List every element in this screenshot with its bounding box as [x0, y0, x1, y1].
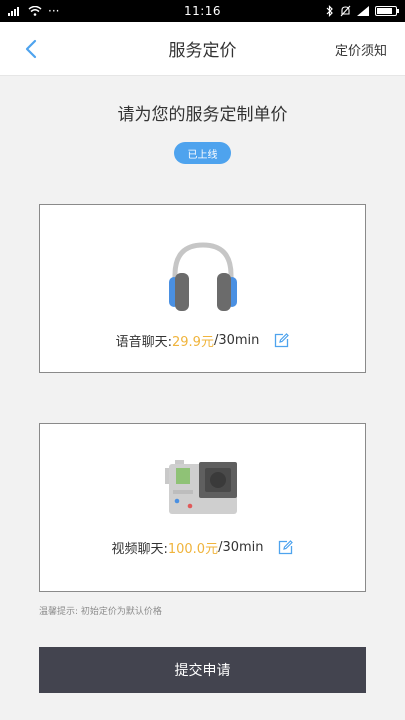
wifi-icon — [28, 6, 42, 16]
bluetooth-icon — [326, 5, 333, 17]
headline: 请为您的服务定制单价 — [117, 105, 288, 125]
nav-bar: 服务定价 定价须知 — [0, 22, 405, 76]
voice-chat-card: 语音聊天: 29.9元 /30min — [39, 204, 366, 373]
headphones-icon — [168, 242, 237, 311]
voice-price-line: 语音聊天: 29.9元 /30min — [40, 331, 365, 350]
chevron-left-icon — [25, 39, 37, 59]
submit-button[interactable]: 提交申请 — [39, 647, 366, 693]
page-title: 服务定价 — [168, 41, 237, 61]
pricing-tip: 温馨提示: 初始定价为默认价格 — [39, 607, 162, 617]
video-price-line: 视频聊天: 100.0元 /30min — [40, 538, 365, 557]
battery-fill — [377, 8, 393, 14]
signal-icon — [8, 7, 19, 16]
status-bar: ··· 11:16 — [0, 0, 405, 22]
video-edit-button[interactable] — [278, 540, 294, 556]
camera-icon — [164, 460, 237, 514]
video-price: 100.0元 — [167, 542, 219, 557]
video-label: 视频聊天: — [111, 542, 168, 557]
signal-strength-icon — [357, 6, 369, 16]
edit-icon — [278, 540, 293, 555]
video-icon-wrap — [40, 458, 365, 518]
voice-edit-button[interactable] — [273, 333, 289, 349]
voice-icon-wrap — [40, 239, 365, 311]
pricing-notice-link[interactable]: 定价须知 — [335, 40, 387, 59]
status-time: 11:16 — [183, 4, 222, 18]
voice-unit: /30min — [213, 333, 260, 348]
voice-price: 29.9元 — [172, 335, 214, 350]
status-badge: 已上线 — [174, 142, 231, 164]
more-dots: ··· — [48, 4, 60, 18]
battery-icon — [375, 6, 399, 16]
video-unit: /30min — [218, 540, 264, 555]
edit-icon — [274, 333, 289, 348]
mute-bell-icon — [340, 5, 351, 17]
back-button[interactable] — [16, 34, 46, 64]
status-right-group — [277, 5, 399, 17]
video-chat-card: 视频聊天: 100.0元 /30min — [39, 423, 366, 592]
voice-label: 语音聊天: — [115, 335, 172, 350]
status-left-group: ··· — [8, 4, 128, 18]
